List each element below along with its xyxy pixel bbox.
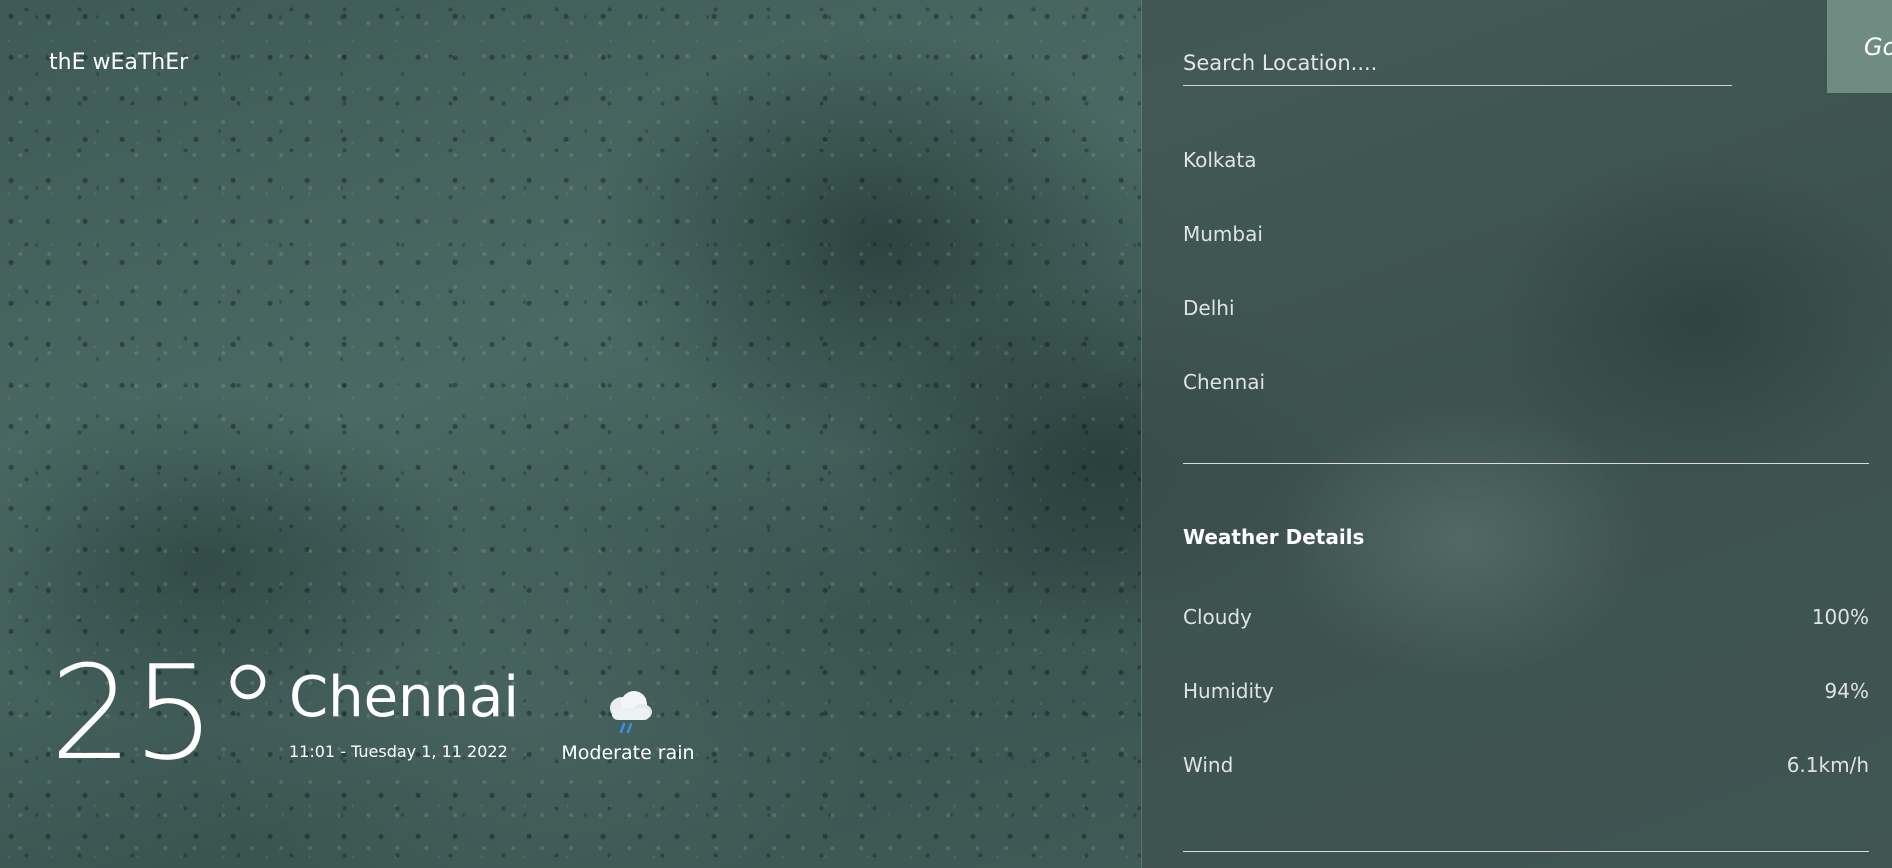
detail-label: Humidity bbox=[1183, 679, 1274, 703]
location-item-mumbai[interactable]: Mumbai bbox=[1183, 214, 1869, 288]
divider bbox=[1183, 463, 1869, 464]
location-item-delhi[interactable]: Delhi bbox=[1183, 288, 1869, 362]
detail-value: 6.1km/h bbox=[1786, 753, 1869, 777]
weather-details-title: Weather Details bbox=[1183, 525, 1365, 549]
weather-details: Cloudy 100% Humidity 94% Wind 6.1km/h bbox=[1183, 605, 1869, 827]
current-temperature: 25° bbox=[50, 637, 281, 789]
city-block: Chennai 11:01 - Tuesday 1, 11 2022 bbox=[289, 665, 519, 762]
detail-label: Wind bbox=[1183, 753, 1234, 777]
detail-value: 100% bbox=[1811, 605, 1869, 629]
side-panel: Go Kolkata Mumbai Delhi Chennai Weather … bbox=[1141, 0, 1892, 868]
location-item-chennai[interactable]: Chennai bbox=[1183, 362, 1869, 436]
condition-block: Moderate rain bbox=[558, 686, 698, 764]
go-button[interactable]: Go bbox=[1827, 0, 1892, 93]
current-datetime: 11:01 - Tuesday 1, 11 2022 bbox=[289, 742, 508, 761]
detail-row-humidity: Humidity 94% bbox=[1183, 679, 1869, 753]
brand-logo: thE wEaThEr bbox=[49, 50, 189, 75]
detail-row-cloudy: Cloudy 100% bbox=[1183, 605, 1869, 679]
current-city: Chennai bbox=[289, 665, 519, 730]
search-input[interactable] bbox=[1183, 40, 1732, 86]
location-list: Kolkata Mumbai Delhi Chennai bbox=[1183, 140, 1869, 436]
location-item-kolkata[interactable]: Kolkata bbox=[1183, 140, 1869, 214]
current-condition: Moderate rain bbox=[561, 742, 695, 764]
detail-row-wind: Wind 6.1km/h bbox=[1183, 753, 1869, 827]
divider bbox=[1183, 851, 1869, 852]
search-row: Go bbox=[1183, 0, 1892, 93]
cloud-rain-icon bbox=[600, 686, 656, 736]
weather-app: thE wEaThEr 25° Chennai 11:01 - Tuesday … bbox=[0, 0, 1892, 868]
detail-value: 94% bbox=[1824, 679, 1869, 703]
detail-label: Cloudy bbox=[1183, 605, 1252, 629]
